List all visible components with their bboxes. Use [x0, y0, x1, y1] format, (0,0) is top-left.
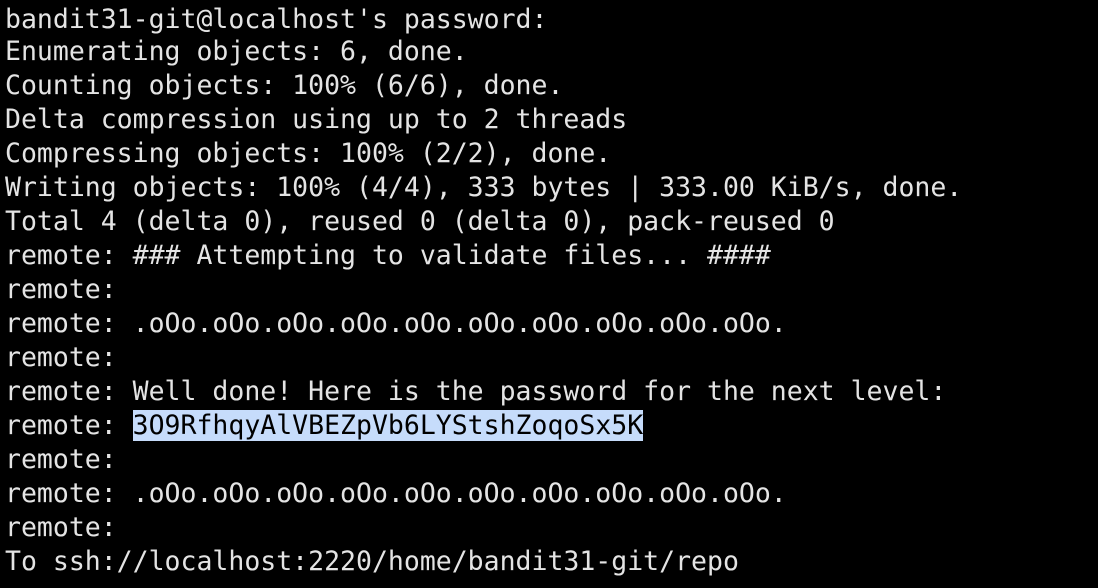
terminal-line-compressing: Compressing objects: 100% (2/2), done.: [5, 138, 612, 169]
terminal-line-password-prompt: bandit31-git@localhost's password:: [5, 5, 548, 35]
terminal-line-counting: Counting objects: 100% (6/6), done.: [5, 70, 564, 101]
terminal-line-push-destination: To ssh://localhost:2220/home/bandit31-gi…: [5, 546, 739, 577]
terminal-line-validate: remote: ### Attempting to validate files…: [5, 240, 771, 271]
terminal-line-writing: Writing objects: 100% (4/4), 333 bytes |…: [5, 172, 963, 203]
selected-password-text[interactable]: 3O9RfhqyAlVBEZpVb6LYStshZoqoSx5K: [132, 410, 644, 441]
terminal-window[interactable]: bandit31-git@localhost's password: Enume…: [0, 0, 1098, 588]
terminal-line-well-done: remote: Well done! Here is the password …: [5, 376, 947, 407]
terminal-line-delta-compression: Delta compression using up to 2 threads: [5, 104, 628, 135]
terminal-line-remote-blank: remote:: [5, 342, 117, 373]
terminal-line-total: Total 4 (delta 0), reused 0 (delta 0), p…: [5, 206, 835, 237]
terminal-line-remote-blank: remote:: [5, 444, 117, 475]
terminal-line-remote-blank: remote:: [5, 274, 117, 305]
terminal-line-remote-blank: remote:: [5, 512, 117, 543]
terminal-line-password-output: remote: 3O9RfhqyAlVBEZpVb6LYStshZoqoSx5K: [5, 409, 1098, 443]
terminal-line-enumerating: Enumerating objects: 6, done.: [5, 36, 468, 67]
terminal-line-remote-banner: remote: .oOo.oOo.oOo.oOo.oOo.oOo.oOo.oOo…: [5, 478, 787, 509]
terminal-line-remote-banner: remote: .oOo.oOo.oOo.oOo.oOo.oOo.oOo.oOo…: [5, 308, 787, 339]
remote-prefix: remote:: [5, 410, 133, 441]
